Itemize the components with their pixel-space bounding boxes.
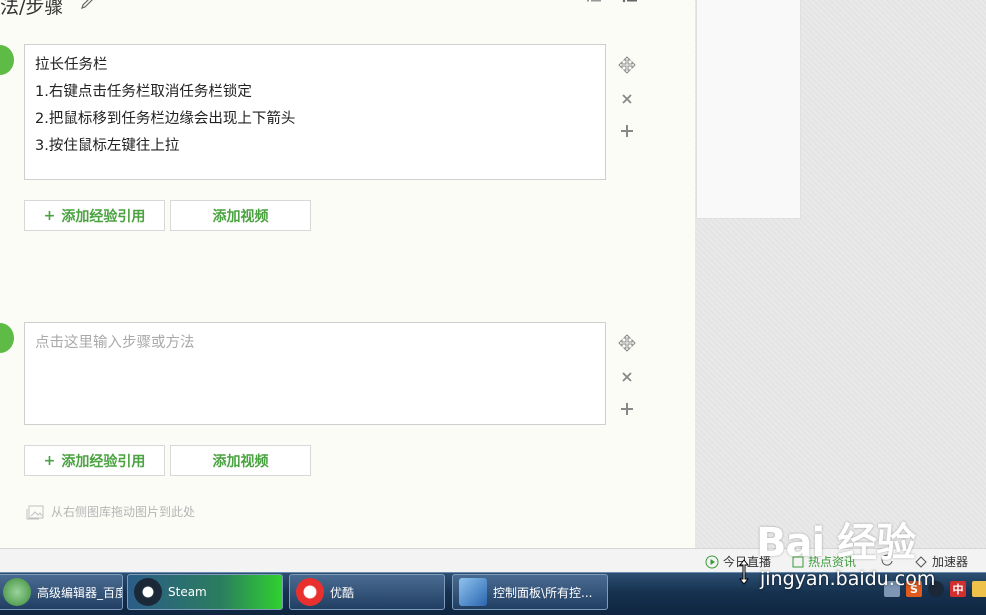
taskbar-item-control-panel[interactable]: 控制面板\所有控... [452,574,608,610]
step-2-textbox[interactable]: 点击这里输入步骤或方法 [24,322,606,425]
add-reference-label: 添加经验引用 [61,453,146,470]
taskbar-item-steam[interactable]: Steam [127,574,283,610]
delete-icon[interactable] [618,90,636,108]
input-language-icon[interactable]: 中 [950,581,966,597]
step-1-line: 拉长任务栏 [35,57,108,73]
step-1-line: 2.把鼠标移到任务栏边缘会出现上下箭头 [35,111,296,127]
taskbar-item-editor[interactable]: 高级编辑器_百度... [0,574,123,610]
step-2-marker [0,323,14,353]
resize-cursor-icon [738,559,750,585]
youku-icon [296,578,324,606]
edit-pencil-icon[interactable] [80,0,94,10]
baidu-watermark-url: jingyan.baidu.com [760,568,936,590]
ordered-list-icon[interactable] [586,0,602,6]
step-editor: 法/步骤 拉长任务栏 1.右键点击任务栏取消任务栏锁定 2.把鼠标移到任务栏边缘… [0,0,695,548]
add-video-button[interactable]: 添加视频 [170,200,311,231]
move-icon[interactable] [618,56,636,74]
step-1-line: 1.右键点击任务栏取消任务栏锁定 [35,84,252,100]
steam-icon [134,578,162,606]
add-video-label: 添加视频 [212,453,269,470]
unordered-list-icon[interactable] [622,0,638,6]
baidu-watermark: Bai 经验 [756,520,916,566]
image-drop-hint[interactable]: 从右侧图库拖动图片到此处 [25,503,195,520]
taskbar-item-label: 优酷 [330,585,355,600]
image-drop-hint-text: 从右侧图库拖动图片到此处 [51,505,196,519]
add-video-label: 添加视频 [212,208,269,225]
delete-icon[interactable] [618,368,636,386]
taskbar-item-label: 控制面板\所有控... [493,585,593,600]
step-2-placeholder: 点击这里输入步骤或方法 [35,335,195,351]
step-1-textbox[interactable]: 拉长任务栏 1.右键点击任务栏取消任务栏锁定 2.把鼠标移到任务栏边缘会出现上下… [24,44,606,180]
plus-icon: + [43,452,56,469]
add-step-icon[interactable] [618,400,636,418]
taskbar-item-label: 高级编辑器_百度... [37,585,122,600]
move-icon[interactable] [618,334,636,352]
taskbar-item-youku[interactable]: 优酷 [289,574,445,610]
accelerator-icon [915,555,927,568]
tray-app-icon[interactable] [972,581,986,597]
add-reference-button[interactable]: + 添加经验引用 [24,200,165,231]
plus-icon: + [43,207,56,224]
add-video-button[interactable]: 添加视频 [170,445,311,476]
add-step-icon[interactable] [618,122,636,140]
right-side-card [696,0,801,219]
image-icon [26,505,44,519]
control-panel-icon [459,578,487,606]
accelerator-label: 加速器 [932,555,969,569]
add-reference-button[interactable]: + 添加经验引用 [24,445,165,476]
taskbar-item-label: Steam [168,585,207,599]
play-circle-icon [705,555,719,568]
add-reference-label: 添加经验引用 [61,208,146,225]
section-title: 法/步骤 [0,0,64,18]
step-1-marker [0,45,14,75]
step-1-line: 3.按住鼠标左键往上拉 [35,138,180,154]
app-icon [3,578,31,606]
